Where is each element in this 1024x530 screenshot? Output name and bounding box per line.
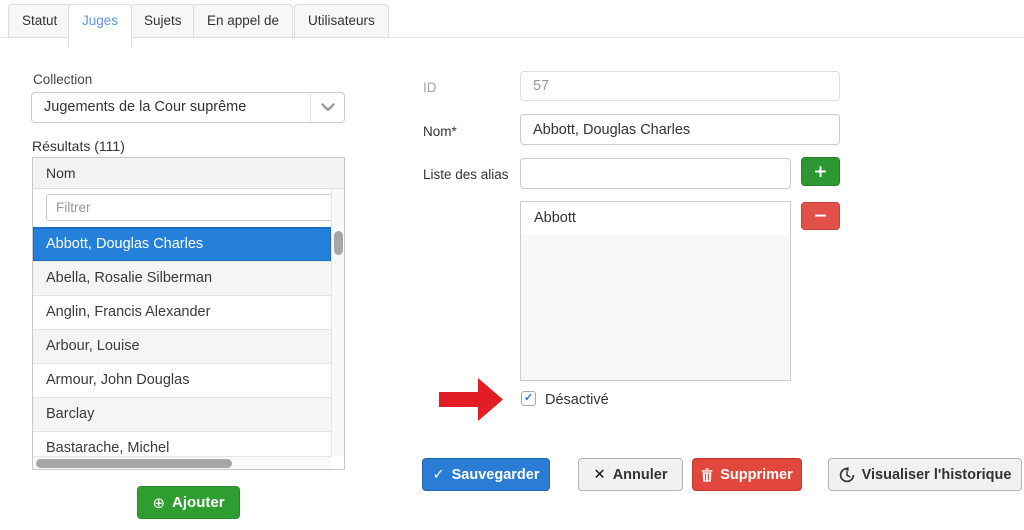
delete-button-label: Supprimer [720,467,793,483]
name-label: Nom* [423,124,457,139]
tab-statut[interactable]: Statut [8,4,71,38]
red-arrow-annotation [439,378,503,421]
add-button-label: Ajouter [172,494,225,511]
plus-circle-icon: ⊕ [152,494,165,512]
horizontal-scrollbar-thumb[interactable] [36,459,232,468]
list-item[interactable]: Arbour, Louise [33,329,331,363]
name-field[interactable] [520,114,840,145]
history-button-label: Visualiser l'historique [862,467,1012,483]
add-button[interactable]: ⊕ Ajouter [137,486,240,519]
cancel-button[interactable]: ✕ Annuler [578,458,683,491]
alias-input[interactable] [520,158,791,189]
save-button[interactable]: ✓ Sauvegarder [422,458,550,491]
disabled-checkbox-label: Désactivé [545,392,609,408]
history-clock-icon [839,467,855,483]
tab-sujets[interactable]: Sujets [130,4,196,38]
disabled-checkbox[interactable]: ✓ [521,391,536,406]
history-button[interactable]: Visualiser l'historique [828,458,1022,491]
trash-icon [701,468,713,482]
filter-input[interactable] [46,194,331,221]
vertical-scrollbar-track [331,189,344,456]
check-icon: ✓ [432,467,444,483]
tab-utilisateurs[interactable]: Utilisateurs [294,4,389,38]
judges-admin-page: Statut Juges Sujets En appel de Utilisat… [0,0,1024,530]
list-item[interactable]: Anglin, Francis Alexander [33,295,331,329]
results-count-label: Résultats (111) [32,138,125,154]
tab-juges[interactable]: Juges [68,4,132,47]
list-item[interactable]: Bastarache, Michel [33,431,331,456]
cross-icon: ✕ [594,467,606,483]
id-field [520,71,840,101]
delete-button[interactable]: Supprimer [692,458,802,491]
list-body: Abbott, Douglas Charles Abella, Rosalie … [33,189,331,456]
list-column-header: Nom [33,158,344,189]
filter-row [33,189,331,227]
collection-label: Collection [33,72,92,87]
horizontal-scrollbar-track [33,456,331,469]
save-button-label: Sauvegarder [452,467,540,483]
alias-label: Liste des alias [423,167,509,182]
vertical-scrollbar-thumb[interactable] [334,231,343,255]
alias-listbox: Abbott [520,201,791,381]
checkmark-icon: ✓ [524,392,533,404]
minus-icon: − [813,206,827,226]
cancel-button-label: Annuler [613,467,668,483]
judges-list: Nom Abbott, Douglas Charles Abella, Rosa… [32,157,345,470]
tab-bar: Statut Juges Sujets En appel de Utilisat… [0,0,1024,48]
id-label: ID [423,80,437,95]
collection-selected-value: Jugements de la Cour suprême [44,93,246,122]
remove-alias-button[interactable]: − [801,202,840,230]
list-item[interactable]: Armour, John Douglas [33,363,331,397]
list-item[interactable]: Abella, Rosalie Silberman [33,261,331,295]
collection-select[interactable]: Jugements de la Cour suprême [31,92,345,123]
alias-list-item[interactable]: Abbott [521,202,790,235]
add-alias-button[interactable]: + [801,157,840,186]
list-item[interactable]: Barclay [33,397,331,431]
list-item[interactable]: Abbott, Douglas Charles [33,227,331,261]
chevron-down-icon [310,93,344,122]
plus-icon: + [813,162,827,182]
tab-en-appel-de[interactable]: En appel de [193,4,293,38]
